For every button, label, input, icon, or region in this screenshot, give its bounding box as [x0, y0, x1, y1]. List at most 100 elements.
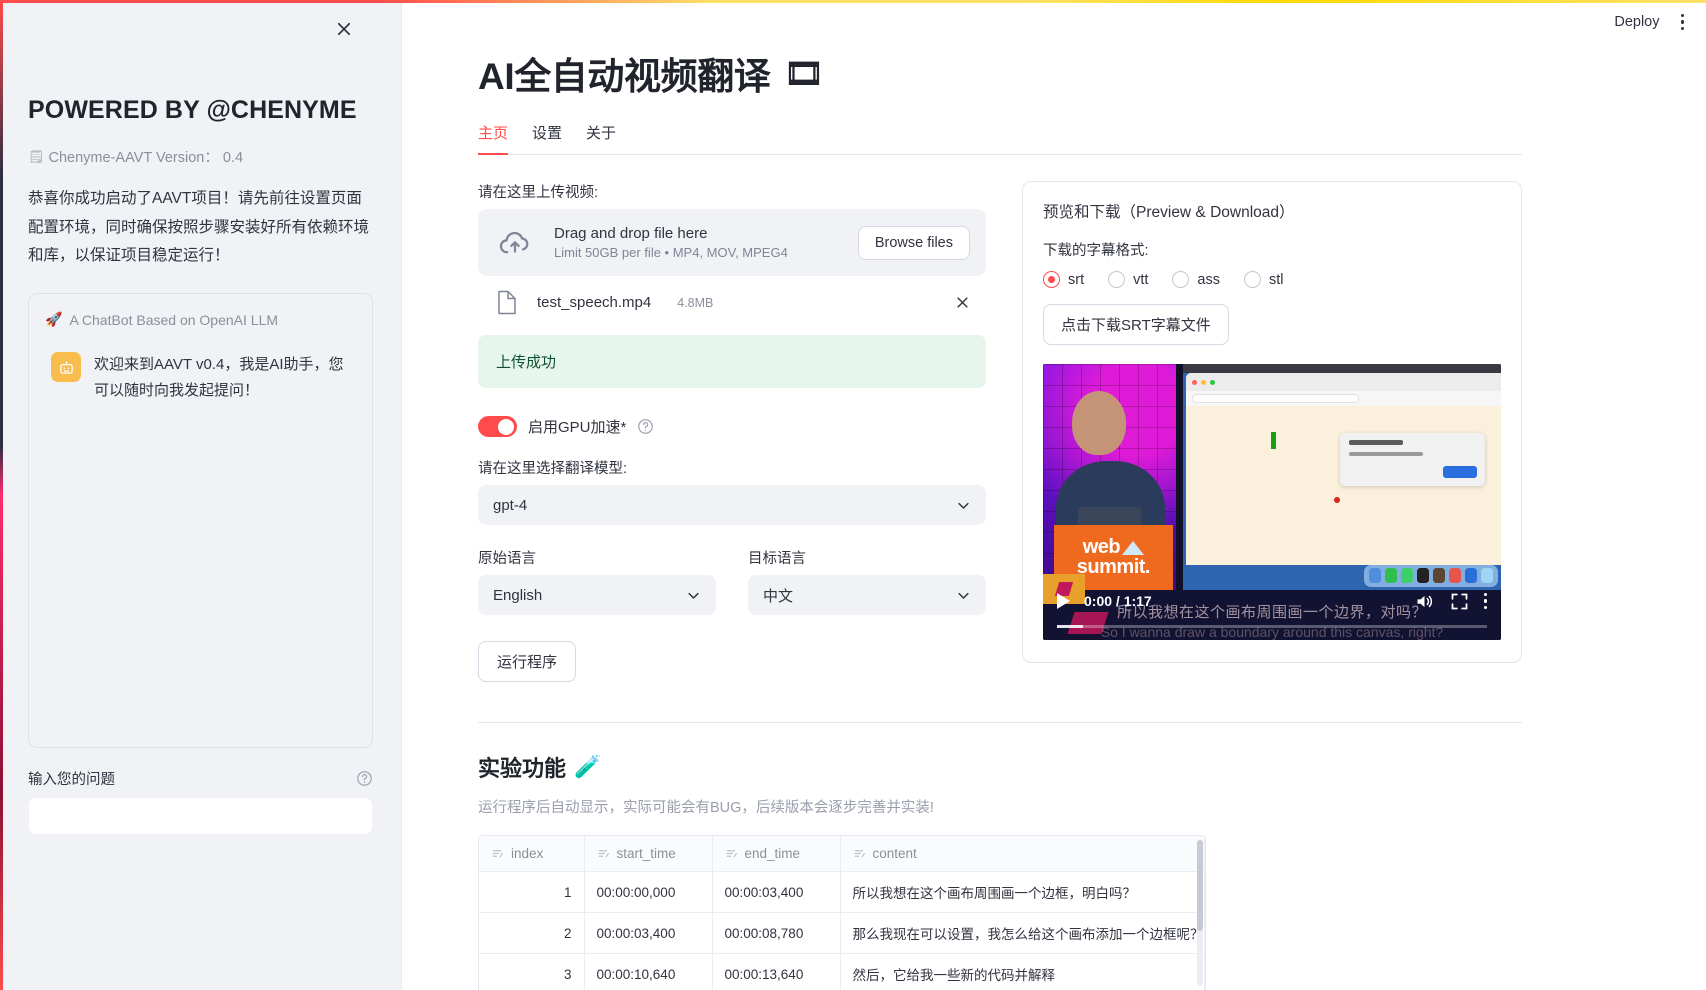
video-stage-scene: web summit. [1043, 364, 1176, 591]
model-select-value: gpt-4 [493, 496, 528, 514]
file-dropzone[interactable]: Drag and drop file here Limit 50GB per f… [478, 209, 986, 276]
kebab-menu-icon[interactable] [1483, 592, 1487, 610]
source-language-label: 原始语言 [478, 551, 536, 567]
gpu-toggle-row: 启用GPU加速* [478, 416, 986, 437]
help-circle-icon[interactable] [637, 418, 654, 435]
play-icon[interactable] [1057, 593, 1070, 609]
upload-column: 请在这里上传视频: Drag and drop file here Limit … [478, 181, 986, 682]
column-header-start-time[interactable]: start_time [584, 836, 713, 872]
experimental-title-text: 实验功能 [478, 756, 567, 781]
remove-file-icon[interactable] [955, 295, 970, 310]
top-toolbar: Deploy [1614, 0, 1706, 44]
sidebar: POWERED BY @CHENYME 🗒 Chenyme-AAVT Versi… [0, 0, 402, 990]
run-program-button[interactable]: 运行程序 [478, 641, 577, 682]
tab-settings[interactable]: 设置 [532, 122, 562, 154]
fullscreen-icon[interactable] [1449, 591, 1470, 612]
experimental-subtitle: 运行程序后自动显示，实际可能会有BUG，后续版本会逐步完善并实装! [478, 800, 934, 816]
page-title: AI全自动视频翻译 🎞 [478, 46, 1522, 100]
column-sort-icon [492, 850, 503, 858]
robot-icon [51, 352, 81, 383]
subtitle-format-label: 下载的字幕格式: [1043, 243, 1149, 259]
cell-content: 那么我现在可以设置，我怎么给这个画布添加一个边框呢？ [840, 912, 1205, 954]
table-row[interactable]: 2 00:00:03,400 00:00:08,780 那么我现在可以设置，我怎… [479, 912, 1205, 954]
browser-titlebar [1185, 373, 1501, 391]
chevron-down-icon [686, 588, 701, 603]
content-columns: 请在这里上传视频: Drag and drop file here Limit … [478, 181, 1522, 682]
speaker-head [1072, 391, 1127, 456]
mac-menubar [1182, 364, 1501, 373]
radio-ass-label: ass [1197, 271, 1220, 288]
video-player[interactable]: web summit. 所以我想在这个画布周围画一个边界，对吗？ So I wa… [1043, 364, 1501, 640]
tab-home[interactable]: 主页 [478, 122, 509, 155]
video-screen-capture [1182, 364, 1501, 591]
chevron-down-icon [956, 588, 971, 603]
target-language-select[interactable]: 中文 [748, 575, 986, 615]
deploy-button[interactable]: Deploy [1614, 14, 1659, 30]
radio-srt-indicator [1043, 271, 1060, 288]
gpu-toggle[interactable] [478, 416, 517, 437]
help-circle-icon[interactable] [356, 770, 373, 787]
cell-content: 然后，它给我一些新的代码并解释 [840, 953, 1205, 990]
mountain-icon [1122, 540, 1145, 555]
chat-input[interactable] [28, 797, 373, 836]
radio-vtt[interactable]: vtt [1108, 271, 1148, 288]
column-header-end-time[interactable]: end_time [712, 836, 841, 872]
radio-vtt-label: vtt [1133, 271, 1149, 288]
table-scrollbar[interactable] [1197, 840, 1203, 987]
cell-start-time: 00:00:00,000 [584, 871, 713, 913]
tab-about[interactable]: 关于 [586, 122, 616, 154]
sidebar-title: POWERED BY @CHENYME [28, 96, 357, 124]
document-icon: 🗒 [28, 148, 45, 164]
table-row[interactable]: 3 00:00:10,640 00:00:13,640 然后，它给我一些新的代码… [479, 953, 1205, 990]
chatbot-panel: 🚀 A ChatBot Based on OpenAI LLM 欢迎来到AAVT… [28, 293, 373, 749]
column-header-start-time-label: start_time [616, 846, 676, 861]
video-time-display: 0:00 / 1:17 [1084, 593, 1152, 609]
cell-start-time: 00:00:10,640 [584, 953, 713, 990]
table-row[interactable]: 1 00:00:00,000 00:00:03,400 所以我想在这个画布周围画… [479, 871, 1205, 913]
preview-title: 预览和下载（Preview & Download） [1043, 204, 1295, 221]
download-subtitle-button[interactable]: 点击下载SRT字幕文件 [1043, 304, 1229, 345]
section-divider [478, 722, 1522, 723]
browse-files-button[interactable]: Browse files [857, 225, 970, 260]
column-header-index-label: index [511, 846, 544, 861]
volume-icon[interactable] [1414, 591, 1435, 612]
source-language-select[interactable]: English [478, 575, 716, 615]
radio-stl[interactable]: stl [1244, 271, 1284, 288]
rocket-icon: 🚀 [45, 311, 63, 328]
chatbot-header: 🚀 A ChatBot Based on OpenAI LLM [45, 311, 356, 328]
cell-end-time: 00:00:13,640 [712, 953, 841, 990]
column-sort-icon [598, 850, 609, 858]
uploaded-file-size: 4.8MB [677, 295, 714, 310]
table-header-row: index start_time end_time content [479, 836, 1205, 872]
subtitle-table: index start_time end_time content 1 00:0… [478, 835, 1206, 990]
close-icon[interactable] [329, 14, 359, 44]
main-inner: AI全自动视频翻译 🎞 主页 设置 关于 请在这里上传视频: Drag and … [402, 0, 1582, 990]
radio-ass-indicator [1172, 271, 1190, 288]
source-language-value: English [493, 586, 543, 604]
video-progress-bar[interactable] [1057, 625, 1487, 628]
cell-start-time: 00:00:03,400 [584, 912, 713, 954]
radio-ass[interactable]: ass [1172, 271, 1220, 288]
radio-srt[interactable]: srt [1043, 271, 1084, 288]
uploaded-file-name: test_speech.mp4 [537, 294, 652, 311]
video-controls: 0:00 / 1:17 [1043, 584, 1501, 618]
radio-vtt-indicator [1108, 271, 1126, 288]
model-select[interactable]: gpt-4 [478, 485, 986, 525]
gpu-toggle-label: 启用GPU加速* [528, 419, 627, 436]
kebab-menu-icon[interactable] [1677, 10, 1689, 35]
cell-end-time: 00:00:03,400 [712, 871, 841, 913]
file-icon [494, 290, 520, 315]
snake-segment [1270, 431, 1276, 449]
browser-window [1185, 373, 1501, 566]
tab-bar: 主页 设置 关于 [478, 122, 1522, 155]
test-tube-icon: 🧪 [574, 754, 602, 779]
chat-input-label-row: 输入您的问题 [28, 768, 373, 789]
target-language-value: 中文 [763, 587, 794, 605]
dropzone-subtitle: Limit 50GB per file • MP4, MOV, MPEG4 [554, 245, 788, 260]
snake-game-canvas [1185, 406, 1501, 566]
column-header-content[interactable]: content [840, 836, 1205, 872]
column-header-index[interactable]: index [479, 836, 585, 872]
film-icon: 🎞 [784, 55, 824, 91]
target-language-group: 目标语言 中文 [748, 547, 986, 615]
podium-text-line1: web [1082, 535, 1121, 558]
